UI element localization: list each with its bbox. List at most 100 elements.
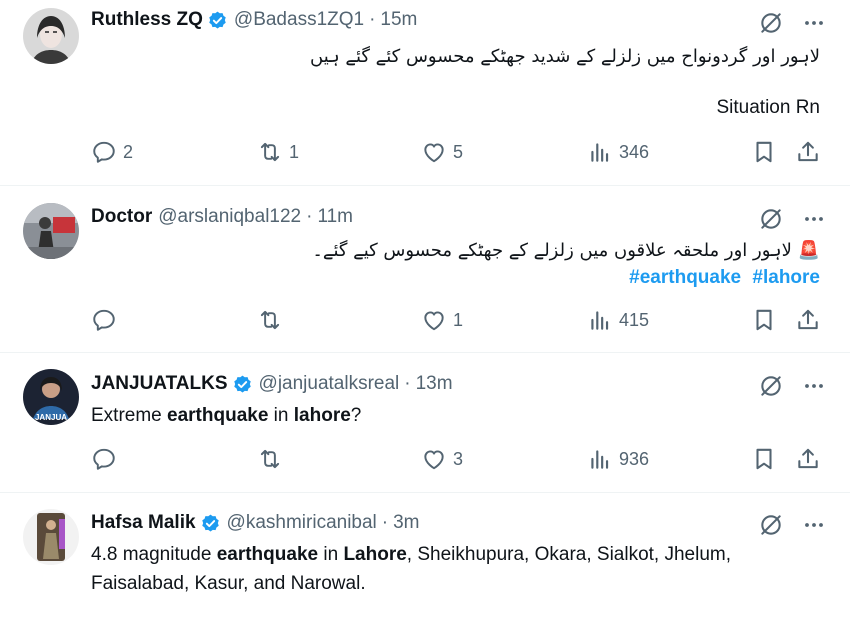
timestamp[interactable]: 11m	[317, 206, 353, 228]
hashtag-row: #earthquake #lahore	[91, 264, 820, 291]
avatar[interactable]: JANJUA	[23, 369, 79, 425]
repost-icon	[257, 139, 283, 165]
more-icon[interactable]	[802, 513, 826, 537]
reply-icon	[91, 307, 117, 333]
display-name[interactable]: Ruthless ZQ	[91, 9, 203, 31]
repost-icon	[257, 446, 283, 472]
reply-count: 2	[123, 141, 134, 162]
share-icon	[795, 446, 821, 472]
repost-count: 1	[289, 141, 300, 162]
tweet[interactable]: Doctor @arslaniqbal122 · 11m 🚨 لاہور اور…	[0, 186, 850, 353]
tweet-actions: 2 1 5 346	[0, 139, 850, 169]
avatar[interactable]	[23, 203, 79, 259]
grok-icon[interactable]	[758, 206, 784, 232]
grok-icon[interactable]	[758, 512, 784, 538]
tweet-header: JANJUATALKS @janjuatalksreal · 13m	[91, 373, 453, 395]
tweet[interactable]: JANJUA JANJUATALKS @janjuatalksreal · 13…	[0, 353, 850, 493]
avatar[interactable]	[23, 509, 79, 565]
views-chart-icon	[587, 446, 613, 472]
repost-icon	[257, 307, 283, 333]
tweet-text: 4.8 magnitude earthquake in Lahore, Shei…	[91, 540, 820, 598]
like-count: 3	[453, 448, 464, 469]
repost-button[interactable]	[257, 307, 289, 333]
timestamp[interactable]: 15m	[380, 9, 417, 31]
avatar-label: JANJUA	[35, 413, 67, 422]
tweet-text-urdu: لاہور اور گردونواح میں زلزلے کے شدید جھٹ…	[310, 46, 820, 67]
tweet[interactable]: Hafsa Malik @kashmiricanibal · 3m 4.8 ma…	[0, 493, 850, 625]
repost-button[interactable]: 1	[257, 139, 299, 165]
user-handle[interactable]: @kashmiricanibal	[227, 512, 377, 534]
user-handle[interactable]: @Badass1ZQ1	[234, 9, 364, 31]
verified-badge-icon	[207, 10, 228, 31]
grok-icon[interactable]	[758, 373, 784, 399]
tweet-header: Ruthless ZQ @Badass1ZQ1 · 15m	[91, 9, 417, 31]
share-button[interactable]	[795, 307, 821, 333]
separator: ·	[381, 512, 389, 533]
timestamp[interactable]: 13m	[416, 373, 453, 395]
highlight-lahore: Lahore	[343, 544, 407, 565]
tweet-top-actions	[758, 206, 826, 232]
repost-button[interactable]	[257, 446, 289, 472]
more-icon[interactable]	[802, 374, 826, 398]
bookmark-button[interactable]	[751, 307, 777, 333]
view-count: 415	[619, 309, 650, 330]
timestamp[interactable]: 3m	[393, 512, 419, 534]
highlight-earthquake: earthquake	[167, 405, 269, 426]
like-button[interactable]: 5	[421, 139, 463, 165]
like-count: 5	[453, 141, 464, 162]
text-segment: ?	[350, 405, 362, 426]
views-chart-icon	[587, 307, 613, 333]
like-button[interactable]: 3	[421, 446, 463, 472]
share-button[interactable]	[795, 139, 821, 165]
like-button[interactable]: 1	[421, 307, 463, 333]
tweet-text: Situation Rn	[716, 97, 820, 118]
more-icon[interactable]	[802, 11, 826, 35]
more-icon[interactable]	[802, 207, 826, 231]
tweet-top-actions	[758, 373, 826, 399]
bookmark-icon	[751, 446, 777, 472]
bookmark-button[interactable]	[751, 446, 777, 472]
tweet-actions: 1 415	[0, 307, 850, 337]
tweet-actions: 3 936	[0, 446, 850, 476]
tweet[interactable]: Ruthless ZQ @Badass1ZQ1 · 15m لاہور اور …	[0, 0, 850, 186]
reply-button[interactable]	[91, 307, 123, 333]
like-count: 1	[453, 309, 464, 330]
separator: ·	[306, 206, 313, 227]
avatar[interactable]	[23, 8, 79, 64]
separator: ·	[369, 9, 376, 30]
text-segment: in	[268, 405, 294, 426]
view-count: 346	[619, 141, 650, 162]
text-segment: Extreme	[91, 405, 168, 426]
views-button[interactable]: 936	[587, 446, 649, 472]
text-segment: in	[318, 544, 344, 565]
highlight-earthquake: earthquake	[216, 544, 319, 565]
siren-emoji: 🚨	[797, 240, 820, 261]
views-button[interactable]: 346	[587, 139, 649, 165]
share-icon	[795, 307, 821, 333]
text-segment: 4.8 magnitude	[91, 544, 217, 565]
highlight-lahore: lahore	[293, 405, 351, 426]
share-button[interactable]	[795, 446, 821, 472]
tweet-top-actions	[758, 512, 826, 538]
display-name[interactable]: Doctor	[91, 206, 152, 228]
display-name[interactable]: JANJUATALKS	[91, 373, 228, 395]
tweet-top-actions	[758, 10, 826, 36]
user-handle[interactable]: @arslaniqbal122	[158, 206, 301, 228]
heart-icon	[421, 307, 447, 333]
tweet-feed: Ruthless ZQ @Badass1ZQ1 · 15m لاہور اور …	[0, 0, 850, 625]
heart-icon	[421, 446, 447, 472]
reply-button[interactable]: 2	[91, 139, 133, 165]
separator: ·	[404, 373, 411, 394]
verified-badge-icon	[232, 374, 253, 395]
display-name[interactable]: Hafsa Malik	[91, 512, 196, 534]
tweet-header: Doctor @arslaniqbal122 · 11m	[91, 206, 353, 228]
views-button[interactable]: 415	[587, 307, 649, 333]
grok-icon[interactable]	[758, 10, 784, 36]
reply-icon	[91, 446, 117, 472]
hashtag-earthquake[interactable]: #earthquake	[629, 267, 741, 288]
user-handle[interactable]: @janjuatalksreal	[259, 373, 400, 395]
hashtag-lahore[interactable]: #lahore	[752, 267, 820, 288]
reply-button[interactable]	[91, 446, 123, 472]
verified-badge-icon	[200, 513, 221, 534]
bookmark-button[interactable]	[751, 139, 777, 165]
